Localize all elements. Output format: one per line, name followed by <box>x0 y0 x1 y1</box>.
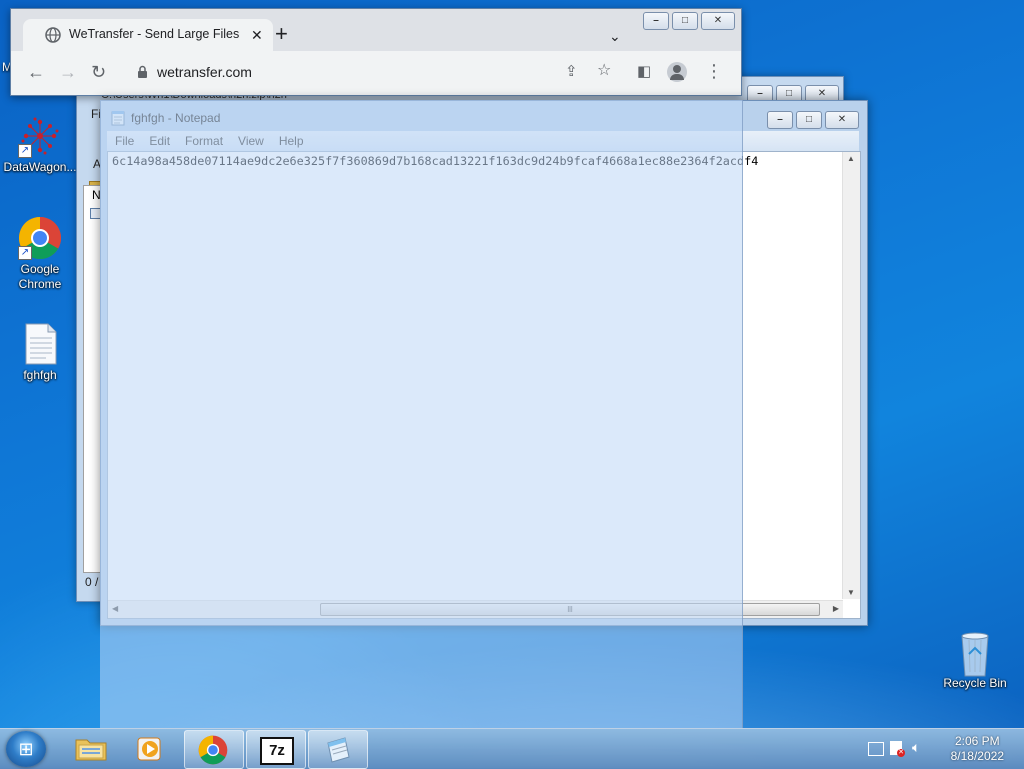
notepad-title: fghfgh - Notepad <box>131 111 221 125</box>
tab-wetransfer[interactable]: WeTransfer - Send Large Files & ✕ <box>23 19 273 51</box>
desktop-icon-label: fghfgh <box>23 368 57 382</box>
explorer-status: 0 / <box>85 575 99 589</box>
menu-view[interactable]: View <box>230 131 271 148</box>
desktop-icon-label: Recycle Bin <box>943 676 1007 690</box>
taskbar-7zip[interactable]: 7z <box>246 730 306 769</box>
close-button[interactable]: ✕ <box>701 12 735 30</box>
clock-date: 8/18/2022 <box>950 749 1004 763</box>
notepad-icon <box>111 111 125 126</box>
volume-icon[interactable]: 🔈︎ <box>912 739 920 756</box>
notepad-icon <box>327 737 350 763</box>
recycle-bin-icon <box>953 630 997 677</box>
network-icon[interactable] <box>868 742 884 756</box>
back-arrow-icon[interactable]: ← <box>27 63 45 81</box>
menu-dots-icon[interactable]: ⋮ <box>705 62 723 80</box>
chrome-icon <box>198 735 228 765</box>
tab-title: WeTransfer - Send Large Files & <box>69 27 243 41</box>
scroll-right-icon[interactable]: ▶ <box>833 604 839 613</box>
scroll-down-icon[interactable]: ▼ <box>847 588 855 597</box>
address-bar[interactable]: wetransfer.com ⇪ ☆ <box>131 57 636 87</box>
menu-format[interactable]: Format <box>177 131 230 148</box>
minimize-button[interactable]: – <box>643 12 669 30</box>
notepad-menubar: File Edit Format View Help <box>107 131 859 151</box>
globe-icon <box>45 27 61 43</box>
vertical-scrollbar[interactable]: ▲ ▼ <box>842 152 860 599</box>
desktop-icon-datawagon[interactable]: ↗ DataWagon... <box>0 114 80 174</box>
desktop-icon-fghfgh[interactable]: fghfgh <box>0 322 80 382</box>
share-icon[interactable]: ⇪ <box>565 63 578 81</box>
chrome-icon: ↗ <box>18 216 62 260</box>
shortcut-arrow-icon: ↗ <box>18 246 32 260</box>
action-center-flag-icon[interactable]: ✕ <box>890 741 905 757</box>
maximize-button[interactable]: □ <box>672 12 698 30</box>
side-panel-icon[interactable]: ◧ <box>637 63 651 81</box>
clock[interactable]: 2:06 PM 8/18/2022 <box>951 734 1004 764</box>
chrome-window[interactable]: WeTransfer - Send Large Files & ✕ + ⌄ – … <box>10 8 742 96</box>
minimize-button[interactable]: – <box>767 111 793 129</box>
scroll-left-icon[interactable]: ◀ <box>112 604 118 613</box>
taskbar-chrome[interactable] <box>184 730 244 769</box>
url-text: wetransfer.com <box>157 64 252 80</box>
notepad-window[interactable]: fghfgh - Notepad – □ ✕ File Edit Format Vie… <box>100 100 868 626</box>
menu-help[interactable]: Help <box>271 131 311 148</box>
horizontal-scrollbar[interactable]: ◀ lll ▶ <box>108 600 843 618</box>
taskbar-media-player[interactable] <box>122 730 180 767</box>
system-tray: ✕ 🔈︎ 2:06 PM 8/18/2022 <box>854 729 1024 769</box>
taskbar-explorer[interactable] <box>62 730 120 767</box>
forward-arrow-icon[interactable]: → <box>59 63 77 81</box>
horizontal-scroll-thumb[interactable]: lll <box>320 603 820 616</box>
tab-close-icon[interactable]: ✕ <box>251 26 263 44</box>
profile-avatar-icon[interactable] <box>667 62 687 82</box>
clock-time: 2:06 PM <box>954 734 1000 748</box>
folder-icon <box>75 739 107 761</box>
sevenzip-icon: 7z <box>260 737 294 765</box>
media-player-icon <box>137 737 161 761</box>
close-button[interactable]: ✕ <box>825 111 859 129</box>
desktop-icon-label: DataWagon... <box>3 160 77 174</box>
chrome-toolbar: ← → ↻ wetransfer.com ⇪ ☆ ◧ ⋮ <box>11 51 741 95</box>
notepad-text-area[interactable]: 6c14a98a458de07114ae9dc2e6e325f7f360869d… <box>107 151 861 619</box>
maximize-button[interactable]: □ <box>796 111 822 129</box>
taskbar: ⊞ 7z ✕ 🔈︎ 2:06 PM 8/18/2022 <box>0 728 1024 769</box>
taskbar-notepad[interactable] <box>308 730 368 769</box>
windows-logo-icon: ⊞ <box>18 739 34 759</box>
desktop-icon-recycle-bin[interactable]: Recycle Bin <box>935 630 1015 690</box>
new-tab-button[interactable]: + <box>275 23 288 45</box>
start-button[interactable]: ⊞ <box>6 731 46 767</box>
notepad-content: 6c14a98a458de07114ae9dc2e6e325f7f360869d… <box>112 154 759 168</box>
tab-search-chevron-icon[interactable]: ⌄ <box>609 27 621 45</box>
chrome-caption-buttons: – □ ✕ <box>640 12 735 30</box>
text-file-icon <box>18 322 62 366</box>
scroll-up-icon[interactable]: ▲ <box>847 154 855 163</box>
reload-icon[interactable]: ↻ <box>91 63 106 81</box>
desktop-icon-google-chrome[interactable]: ↗ Google Chrome <box>0 216 80 292</box>
shortcut-arrow-icon: ↗ <box>18 144 32 158</box>
lock-icon <box>138 65 147 78</box>
bookmark-star-icon[interactable]: ☆ <box>597 62 611 80</box>
notepad-caption-buttons: – □ ✕ <box>764 111 859 129</box>
desktop-icon-label: Google Chrome <box>18 262 62 291</box>
datawagon-icon: ↗ <box>18 114 62 158</box>
menu-edit[interactable]: Edit <box>141 131 177 148</box>
menu-file[interactable]: File <box>107 131 141 148</box>
